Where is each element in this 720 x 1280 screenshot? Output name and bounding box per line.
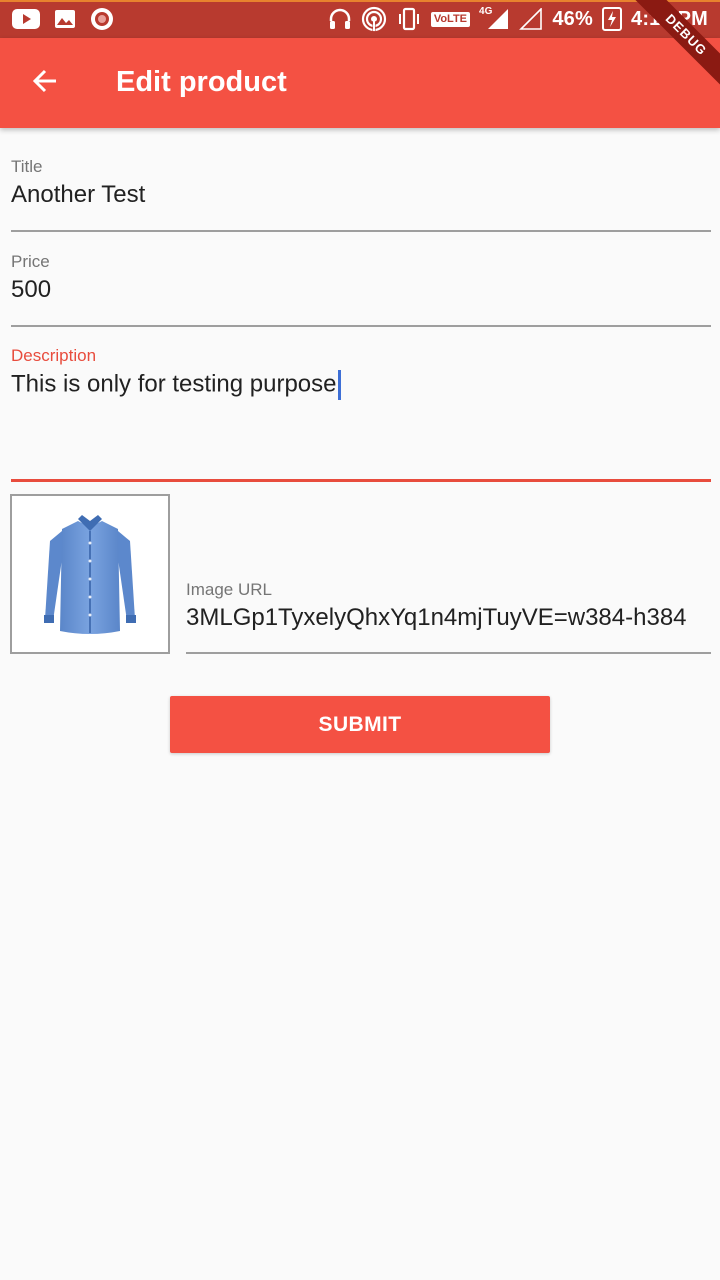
headphones-icon — [328, 7, 352, 31]
shirt-image — [44, 515, 136, 634]
image-preview — [10, 494, 170, 654]
description-input[interactable]: This is only for testing purpose — [11, 370, 711, 400]
title-field-underline — [11, 230, 711, 232]
price-input[interactable]: 500 — [11, 276, 711, 304]
hotspot-icon — [361, 6, 387, 32]
status-bar-left — [12, 7, 114, 31]
app-bar: Edit product — [0, 38, 720, 128]
description-field[interactable]: Description This is only for testing pur… — [11, 346, 711, 484]
record-icon — [90, 7, 114, 31]
status-time: 4:18 PM — [631, 7, 708, 30]
battery-percent: 46% — [552, 7, 593, 30]
submit-button[interactable]: SUBMIT — [170, 696, 550, 753]
youtube-icon — [12, 9, 40, 29]
vibrate-icon — [396, 7, 422, 31]
image-url-field-underline — [186, 652, 711, 654]
description-field-label: Description — [11, 346, 97, 365]
image-url-field[interactable]: Image URL 3MLGp1TyxelyQhxYq1n4mjTuyVE=w3… — [186, 580, 711, 656]
status-bar: VoLTE 4G 46% 4:18 PM — [0, 0, 720, 38]
title-field[interactable]: Title Another Test — [11, 157, 711, 233]
image-url-input[interactable]: 3MLGp1TyxelyQhxYq1n4mjTuyVE=w384-h384 — [186, 604, 711, 632]
arrow-back-icon — [31, 67, 59, 100]
page-title: Edit product — [116, 66, 287, 98]
signal-icon: 4G — [479, 5, 510, 30]
description-field-underline-focused — [11, 479, 711, 482]
status-bar-right: VoLTE 4G 46% 4:18 PM — [328, 5, 708, 33]
title-input[interactable]: Another Test — [11, 181, 711, 209]
back-button[interactable] — [22, 60, 68, 106]
description-text: This is only for testing purpose — [11, 370, 337, 398]
price-field-label: Price — [11, 252, 50, 271]
price-field-underline — [11, 325, 711, 327]
title-field-label: Title — [11, 157, 43, 176]
image-url-field-label: Image URL — [186, 580, 272, 599]
battery-charging-icon — [602, 7, 622, 31]
gallery-icon — [54, 9, 76, 29]
signal-empty-icon — [519, 8, 543, 30]
status-bar-accent-line — [0, 0, 720, 2]
volte-icon: VoLTE — [430, 11, 471, 27]
price-field[interactable]: Price 500 — [11, 252, 711, 328]
text-cursor — [337, 370, 341, 400]
network-type-label: 4G — [479, 5, 493, 17]
